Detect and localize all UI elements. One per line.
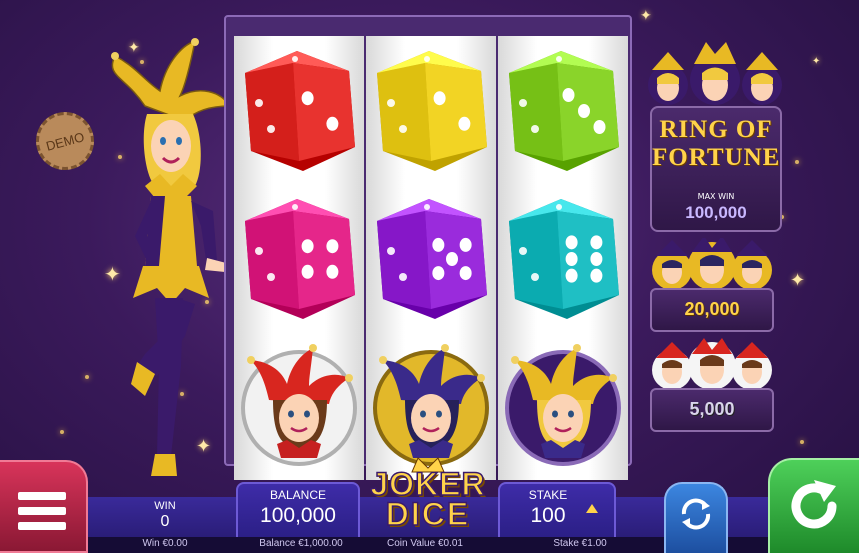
jackpot-panel-body: RING OF FORTUNE MAX WIN 100,000	[650, 106, 782, 232]
reel-2-symbol-top	[366, 36, 496, 184]
spin-button[interactable]	[768, 458, 859, 553]
tier-2-panel: 20,000	[650, 288, 774, 332]
reel-2-symbol-middle	[366, 184, 496, 332]
spin-arrow-icon	[784, 476, 844, 536]
status-coin-value: Coin Value €0.01	[387, 538, 463, 549]
die-symbol	[245, 199, 355, 319]
die-symbol	[377, 199, 487, 319]
die-symbol	[245, 51, 355, 171]
reel-1	[234, 36, 364, 480]
tier-2-value: 20,000	[684, 299, 740, 319]
prize-tier-2: 20,000	[650, 238, 774, 332]
tier-2-jester-faces	[650, 238, 774, 294]
stake-value: 100	[530, 504, 566, 527]
joker-dice-logo: JOKER DICE	[360, 456, 496, 534]
balance-label: BALANCE	[269, 488, 327, 502]
status-win: Win €0.00	[142, 538, 188, 549]
jester-symbol	[241, 344, 357, 466]
die-symbol	[509, 199, 619, 319]
tier-3-panel: 5,000	[650, 388, 774, 432]
max-win-value: 100,000	[685, 203, 747, 222]
reel-3-symbol-top	[498, 36, 628, 184]
menu-button[interactable]	[0, 460, 88, 553]
max-win-label: MAX WIN	[697, 192, 735, 201]
reel-3	[498, 36, 628, 480]
reel-1-symbol-top	[234, 36, 364, 184]
reel-1-symbol-bottom	[234, 332, 364, 480]
status-balance: Balance €1,000.00	[259, 538, 343, 549]
prize-tier-3: 5,000	[650, 338, 774, 432]
reel-3-symbol-middle	[498, 184, 628, 332]
status-stake: Stake €1.00	[553, 538, 607, 549]
stake-label: STAKE	[528, 488, 568, 502]
reel-3-symbol-bottom	[498, 332, 628, 480]
tier-3-jester-faces	[650, 338, 774, 394]
logo-line2: DICE	[385, 496, 471, 532]
reel-1-symbol-middle	[234, 184, 364, 332]
jester-character	[85, 36, 235, 506]
autoplay-icon	[678, 496, 714, 532]
jester-symbol	[373, 344, 489, 466]
win-label: WIN	[154, 500, 176, 512]
autoplay-button[interactable]	[664, 482, 728, 553]
tier-3-value: 5,000	[689, 399, 735, 419]
hamburger-icon	[18, 492, 66, 530]
demo-badge-label: DEMO	[44, 128, 86, 154]
stake-increase-icon[interactable]	[586, 504, 598, 513]
reels-frame	[224, 15, 632, 480]
die-symbol	[509, 51, 619, 171]
jackpot-jester-faces	[646, 40, 784, 110]
reel-2	[366, 36, 496, 480]
jackpot-title-line2: FORTUNE	[652, 144, 781, 171]
jackpot-title-line1: RING OF	[659, 116, 773, 143]
jackpot-ring-of-fortune: RING OF FORTUNE MAX WIN 100,000	[646, 40, 784, 232]
win-value: 0	[160, 513, 170, 530]
jester-symbol	[505, 344, 621, 466]
balance-value: 100,000	[260, 504, 336, 527]
die-symbol	[377, 51, 487, 171]
